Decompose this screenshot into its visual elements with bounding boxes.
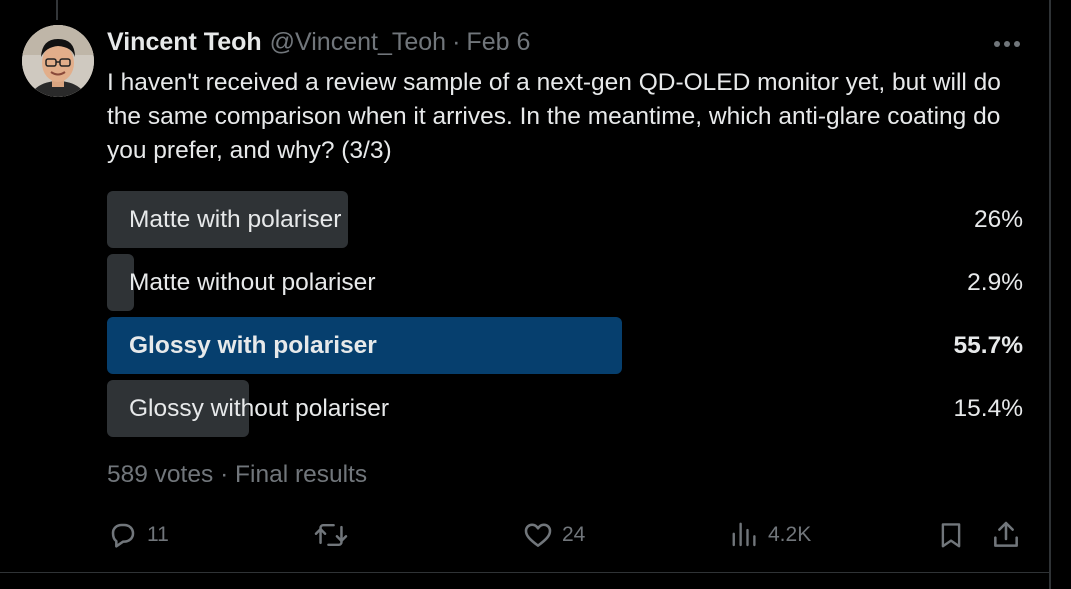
poll-option-label: Glossy with polariser [129,332,377,359]
like-count: 24 [562,523,586,546]
retweet-button[interactable] [314,512,356,558]
poll-status: Final results [235,461,368,488]
avatar[interactable] [22,25,94,97]
poll-option-percent: 26% [973,206,1023,233]
share-button[interactable] [990,512,1022,558]
poll-summary: 589 votes · Final results [107,461,367,489]
poll-option: Glossy with polariser 55.7% [107,317,1023,374]
poll-meta-separator: · [220,461,229,488]
poll-option-percent: 15.4% [953,395,1023,422]
reply-count: 11 [147,523,169,546]
tweet-body-text: I haven't received a review sample of a … [107,69,1001,164]
author-display-name[interactable]: Vincent Teoh [107,28,262,57]
avatar-portrait-image [22,25,94,97]
tweet-page: Vincent Teoh @Vincent_Teoh · Feb 6 I hav… [0,0,1071,589]
reply-button[interactable]: 11 [107,512,169,558]
tweet-header: Vincent Teoh @Vincent_Teoh · Feb 6 [107,28,530,58]
tweet-action-bar: 11 24 4.2K [0,512,1050,558]
poll-option: Matte with polariser 26% [107,191,1023,248]
like-button[interactable]: 24 [522,512,585,558]
poll-option-percent: 55.7% [953,332,1023,359]
retweet-icon [314,523,348,547]
heart-icon [524,523,552,547]
more-horizontal-icon [994,41,1020,47]
bookmark-button[interactable] [936,512,966,558]
author-handle[interactable]: @Vincent_Teoh [270,28,446,57]
tweet-date[interactable]: Feb 6 [466,28,530,57]
header-separator: · [452,28,461,56]
views-button[interactable]: 4.2K [730,512,811,558]
reply-bubble-icon [111,523,135,548]
tweet-bottom-divider [0,572,1050,573]
poll-option: Glossy without polariser 15.4% [107,380,1023,437]
thread-connector-line [56,0,58,20]
share-upload-icon [994,521,1018,547]
poll-option-percent: 2.9% [967,269,1023,296]
bookmark-icon [941,523,961,548]
poll: Matte with polariser 26% Matte without p… [107,191,1023,443]
more-options-button[interactable] [990,30,1024,58]
poll-option-label: Glossy without polariser [129,395,390,422]
views-bar-chart-icon [732,522,756,547]
poll-option-label: Matte with polariser [129,206,342,233]
poll-option: Matte without polariser 2.9% [107,254,1023,311]
poll-option-label: Matte without polariser [129,269,376,296]
right-gutter [1051,0,1071,589]
views-count: 4.2K [768,523,812,546]
poll-vote-count: 589 votes [107,461,214,488]
